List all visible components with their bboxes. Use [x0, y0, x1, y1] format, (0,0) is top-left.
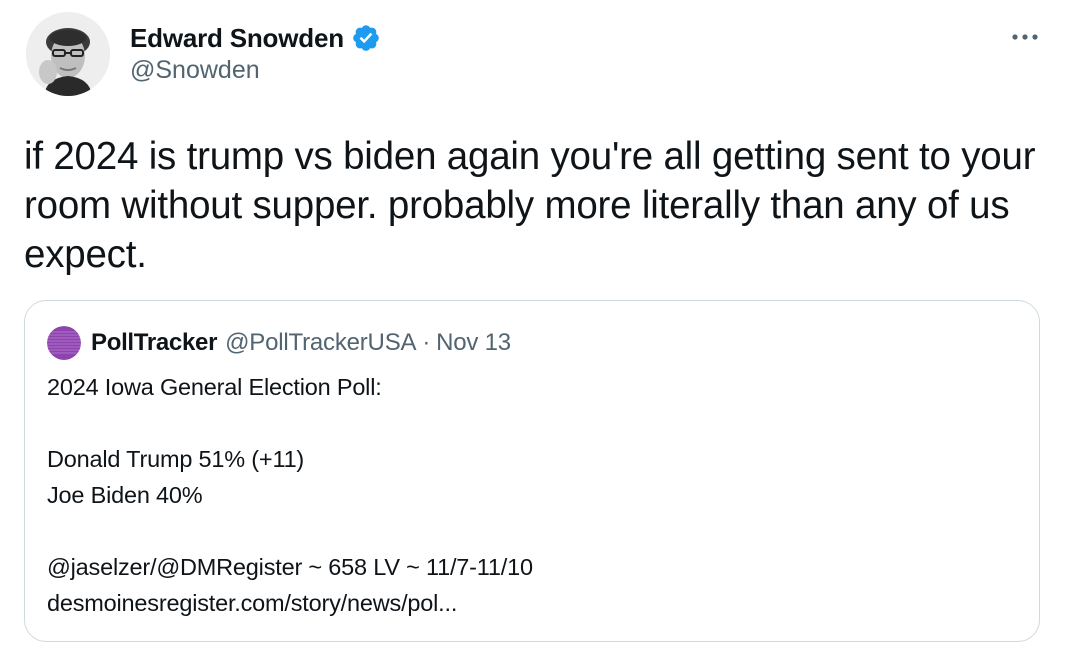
- tweet: Edward Snowden @Snowden if 2024 is trump…: [0, 0, 1066, 668]
- quote-line-blank: [47, 513, 1007, 549]
- quote-author-avatar[interactable]: [47, 326, 81, 360]
- quote-line-source: @jaselzer/@DMRegister ~ 658 LV ~ 11/7-11…: [47, 554, 533, 580]
- quote-body: 2024 Iowa General Election Poll: Donald …: [47, 369, 1007, 621]
- ellipsis-icon: [1012, 34, 1038, 40]
- verified-badge-icon: [351, 23, 381, 53]
- quote-date[interactable]: Nov 13: [436, 329, 511, 357]
- quote-link[interactable]: desmoinesregister.com/story/news/pol...: [47, 585, 1007, 621]
- quoted-tweet[interactable]: PollTracker @PollTrackerUSA · Nov 13 202…: [24, 300, 1040, 642]
- quote-line-biden: Joe Biden 40%: [47, 482, 203, 508]
- author-avatar[interactable]: [26, 12, 110, 96]
- polltracker-logo-icon: [47, 326, 81, 360]
- avatar-photo-icon: [26, 12, 110, 96]
- separator-dot: ·: [422, 329, 431, 356]
- quote-header: PollTracker @PollTrackerUSA · Nov 13: [47, 325, 511, 361]
- author-handle[interactable]: @Snowden: [130, 56, 260, 85]
- quote-author-name[interactable]: PollTracker: [91, 329, 217, 357]
- author-name[interactable]: Edward Snowden: [130, 23, 344, 54]
- tweet-text: if 2024 is trump vs biden again you're a…: [24, 135, 1046, 276]
- author-name-row: Edward Snowden: [130, 20, 381, 56]
- quote-line-title: 2024 Iowa General Election Poll:: [47, 374, 382, 400]
- quote-line-blank: [47, 405, 1007, 441]
- more-options-button[interactable]: [1010, 22, 1040, 52]
- quote-author-handle[interactable]: @PollTrackerUSA: [225, 329, 416, 357]
- quote-line-trump: Donald Trump 51% (+11): [47, 446, 305, 472]
